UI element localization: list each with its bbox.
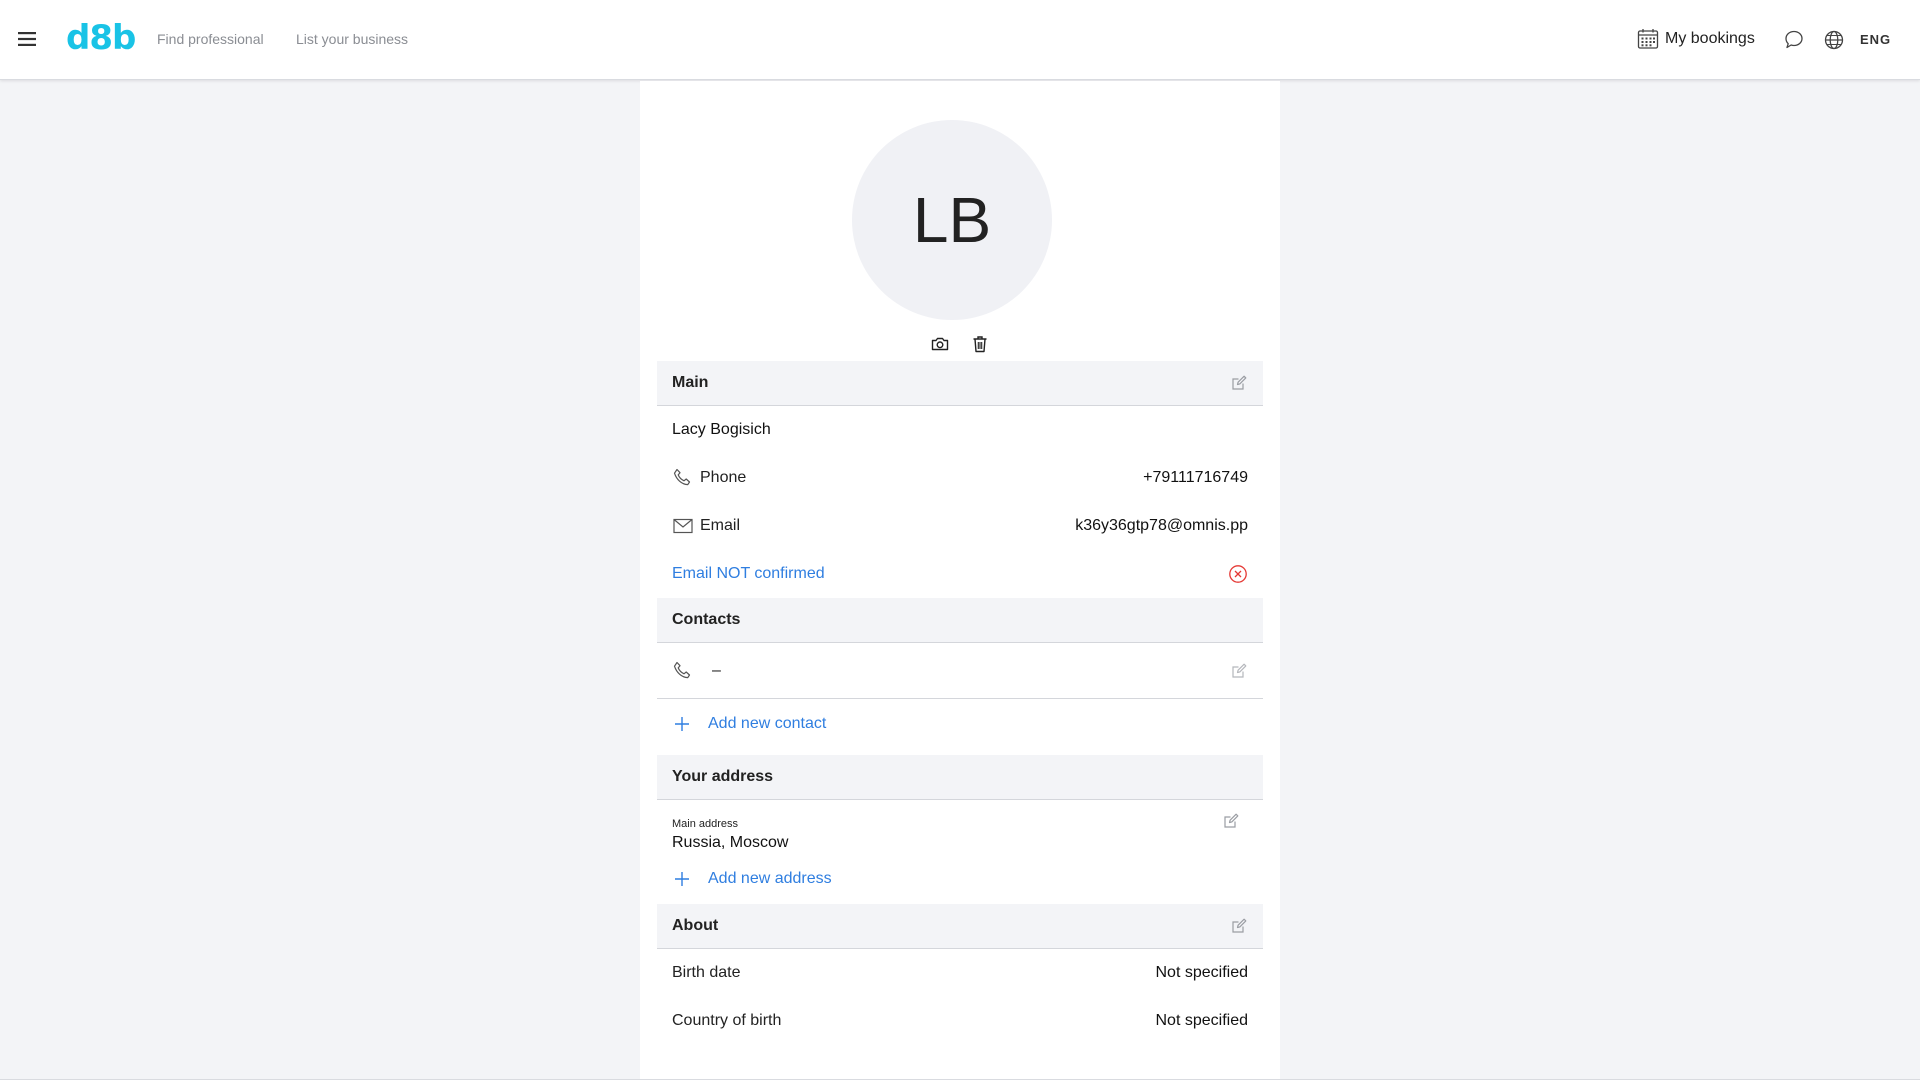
birth-date-row: Birth date Not specified xyxy=(657,949,1263,997)
profile-card: LB Main Lacy Bogisich Phone +79111716749… xyxy=(640,81,1280,1080)
menu-icon[interactable] xyxy=(16,27,40,51)
country-of-birth-value: Not specified xyxy=(1155,1012,1249,1029)
top-navigation-bar: d8b Find professional List your business… xyxy=(0,0,1920,80)
email-label: Email xyxy=(700,517,741,534)
contacts-section-header: Contacts xyxy=(657,598,1263,643)
nav-list-your-business[interactable]: List your business xyxy=(296,31,408,47)
camera-icon[interactable] xyxy=(930,334,950,354)
phone-value: +79111716749 xyxy=(1143,469,1248,486)
d8b-logo[interactable]: d8b xyxy=(66,18,136,58)
chat-bubble-icon[interactable] xyxy=(1783,29,1805,51)
edit-icon[interactable] xyxy=(1230,374,1248,392)
nav-find-professional[interactable]: Find professional xyxy=(157,31,264,47)
address-section-title: Your address xyxy=(672,768,774,785)
address-section-header: Your address xyxy=(657,755,1263,800)
contacts-section-title: Contacts xyxy=(672,611,741,628)
plus-icon xyxy=(675,717,689,731)
plus-icon xyxy=(675,872,689,886)
about-section: About Birth date Not specified Country o… xyxy=(657,904,1263,1045)
trash-icon[interactable] xyxy=(970,334,990,354)
phone-row: Phone +79111716749 xyxy=(657,454,1263,502)
birth-date-label: Birth date xyxy=(672,964,741,981)
contacts-section: Contacts – Add new contact xyxy=(657,598,1263,749)
country-of-birth-label: Country of birth xyxy=(672,1012,782,1029)
full-name-row: Lacy Bogisich xyxy=(657,406,1263,454)
main-address-block: Main address Russia, Moscow xyxy=(657,800,1263,860)
add-new-address-label: Add new address xyxy=(708,870,832,887)
main-section: Main Lacy Bogisich Phone +79111716749 Em… xyxy=(657,361,1263,598)
phone-label: Phone xyxy=(700,469,747,486)
email-status-row: Email NOT confirmed xyxy=(657,550,1263,598)
main-address-label: Main address xyxy=(672,818,739,830)
country-of-birth-row: Country of birth Not specified xyxy=(657,997,1263,1045)
language-selector[interactable]: ENG xyxy=(1860,32,1891,47)
my-bookings-button[interactable]: My bookings xyxy=(1637,28,1755,50)
email-not-confirmed-link[interactable]: Email NOT confirmed xyxy=(672,565,825,583)
add-new-contact-button[interactable]: Add new contact xyxy=(657,699,1263,749)
address-section: Your address Main address Russia, Moscow… xyxy=(657,755,1263,898)
edit-icon[interactable] xyxy=(1230,662,1248,680)
about-section-title: About xyxy=(672,917,719,934)
email-value: k36y36gtp78@omnis.pp xyxy=(1075,517,1248,534)
photo-tools xyxy=(930,334,990,354)
contact-item: – xyxy=(657,643,1263,699)
envelope-icon xyxy=(673,518,693,534)
add-new-contact-label: Add new contact xyxy=(708,715,827,732)
edit-icon[interactable] xyxy=(1230,917,1248,935)
phone-icon xyxy=(673,468,691,486)
phone-icon xyxy=(673,661,691,678)
about-section-header: About xyxy=(657,904,1263,949)
avatar-initials: LB xyxy=(912,184,992,256)
calendar-icon xyxy=(1637,29,1659,49)
full-name: Lacy Bogisich xyxy=(672,421,771,438)
avatar: LB xyxy=(852,120,1052,320)
main-section-title: Main xyxy=(672,374,709,391)
add-new-address-button[interactable]: Add new address xyxy=(657,860,1263,898)
main-address-value: Russia, Moscow xyxy=(672,834,789,851)
birth-date-value: Not specified xyxy=(1155,964,1249,981)
contact-value: – xyxy=(712,661,721,679)
error-circle-x-icon xyxy=(1229,565,1247,583)
globe-icon[interactable] xyxy=(1823,29,1845,51)
edit-icon[interactable] xyxy=(1222,812,1240,830)
main-section-header: Main xyxy=(657,361,1263,406)
email-row: Email k36y36gtp78@omnis.pp xyxy=(657,502,1263,550)
my-bookings-label: My bookings xyxy=(1665,30,1755,47)
